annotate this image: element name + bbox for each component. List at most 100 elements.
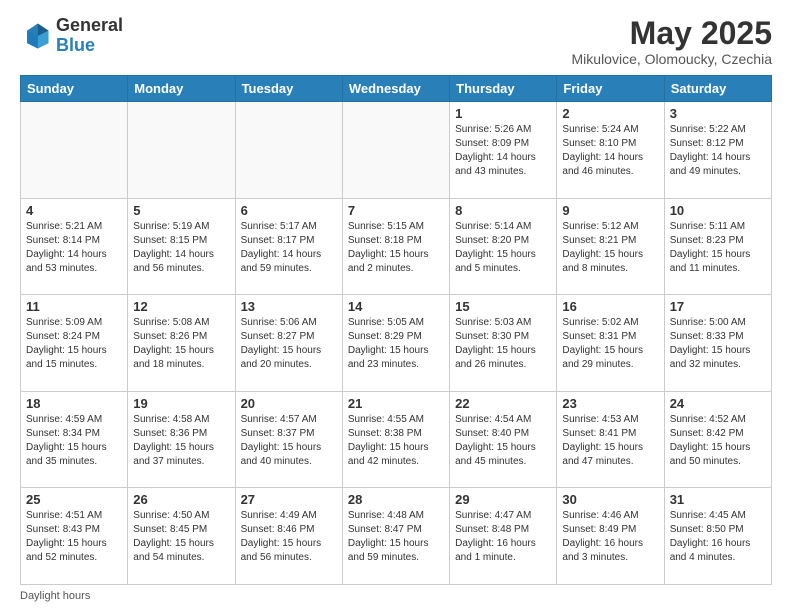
calendar-cell: 11 Sunrise: 5:09 AM Sunset: 8:24 PM Dayli… <box>21 295 128 392</box>
calendar-cell: 31Sunrise: 4:45 AM Sunset: 8:50 PM Dayli… <box>664 488 771 585</box>
day-number: 8 <box>455 203 551 218</box>
calendar-cell: 8 Sunrise: 5:14 AM Sunset: 8:20 PM Daylig… <box>450 198 557 295</box>
day-info: Sunrise: 4:57 AM Sunset: 8:37 PM Dayligh… <box>241 413 337 469</box>
calendar-cell: 2Sunrise: 5:24 AM Sunset: 8:10 PM Daylig… <box>557 102 664 199</box>
weekday-header-monday: Monday <box>128 76 235 102</box>
day-number: 16 <box>562 299 658 314</box>
calendar-cell: 16 Sunrise: 5:02 AM Sunset: 8:31 PM Dayli… <box>557 295 664 392</box>
calendar-cell: 21 Sunrise: 4:55 AM Sunset: 8:38 PM Dayli… <box>342 391 449 488</box>
day-number: 30 <box>562 492 658 507</box>
day-number: 3 <box>670 106 766 121</box>
day-number: 13 <box>241 299 337 314</box>
day-number: 5 <box>133 203 229 218</box>
calendar-cell: 18 Sunrise: 4:59 AM Sunset: 8:34 PM Dayli… <box>21 391 128 488</box>
day-number: 19 <box>133 396 229 411</box>
week-row-5: 25Sunrise: 4:51 AM Sunset: 8:43 PM Dayli… <box>21 488 772 585</box>
weekday-header-wednesday: Wednesday <box>342 76 449 102</box>
day-number: 2 <box>562 106 658 121</box>
day-number: 21 <box>348 396 444 411</box>
page: General Blue May 2025 Mikulovice, Olomou… <box>0 0 792 612</box>
day-info: Sunrise: 4:58 AM Sunset: 8:36 PM Dayligh… <box>133 413 229 469</box>
calendar-cell: 22 Sunrise: 4:54 AM Sunset: 8:40 PM Dayli… <box>450 391 557 488</box>
day-number: 7 <box>348 203 444 218</box>
weekday-header-sunday: Sunday <box>21 76 128 102</box>
day-number: 1 <box>455 106 551 121</box>
calendar-cell: 15Sunrise: 5:03 AM Sunset: 8:30 PM Dayli… <box>450 295 557 392</box>
day-info: Sunrise: 5:03 AM Sunset: 8:30 PM Dayligh… <box>455 316 551 372</box>
calendar-cell: 5Sunrise: 5:19 AM Sunset: 8:15 PM Daylig… <box>128 198 235 295</box>
calendar-cell: 6 Sunrise: 5:17 AM Sunset: 8:17 PM Daylig… <box>235 198 342 295</box>
day-number: 14 <box>348 299 444 314</box>
weekday-header-saturday: Saturday <box>664 76 771 102</box>
week-row-1: 1 Sunrise: 5:26 AM Sunset: 8:09 PM Daylig… <box>21 102 772 199</box>
calendar-cell <box>128 102 235 199</box>
day-info: Sunrise: 5:22 AM Sunset: 8:12 PM Dayligh… <box>670 123 766 179</box>
weekday-header-friday: Friday <box>557 76 664 102</box>
calendar-cell: 7Sunrise: 5:15 AM Sunset: 8:18 PM Daylig… <box>342 198 449 295</box>
day-info: Sunrise: 5:09 AM Sunset: 8:24 PM Dayligh… <box>26 316 122 372</box>
day-info: Sunrise: 4:47 AM Sunset: 8:48 PM Dayligh… <box>455 509 551 565</box>
calendar-cell: 13Sunrise: 5:06 AM Sunset: 8:27 PM Dayli… <box>235 295 342 392</box>
day-info: Sunrise: 5:26 AM Sunset: 8:09 PM Dayligh… <box>455 123 551 179</box>
day-number: 27 <box>241 492 337 507</box>
calendar-cell: 30 Sunrise: 4:46 AM Sunset: 8:49 PM Dayli… <box>557 488 664 585</box>
day-number: 25 <box>26 492 122 507</box>
calendar-cell <box>235 102 342 199</box>
day-info: Sunrise: 4:49 AM Sunset: 8:46 PM Dayligh… <box>241 509 337 565</box>
calendar-cell: 10 Sunrise: 5:11 AM Sunset: 8:23 PM Dayli… <box>664 198 771 295</box>
day-number: 31 <box>670 492 766 507</box>
week-row-4: 18 Sunrise: 4:59 AM Sunset: 8:34 PM Dayli… <box>21 391 772 488</box>
day-info: Sunrise: 4:48 AM Sunset: 8:47 PM Dayligh… <box>348 509 444 565</box>
day-info: Sunrise: 4:46 AM Sunset: 8:49 PM Dayligh… <box>562 509 658 565</box>
day-number: 26 <box>133 492 229 507</box>
day-info: Sunrise: 5:17 AM Sunset: 8:17 PM Dayligh… <box>241 220 337 276</box>
day-info: Sunrise: 5:14 AM Sunset: 8:20 PM Dayligh… <box>455 220 551 276</box>
logo: General Blue <box>20 16 123 56</box>
day-number: 17 <box>670 299 766 314</box>
day-number: 10 <box>670 203 766 218</box>
logo-general: General <box>56 16 123 36</box>
calendar-cell: 3 Sunrise: 5:22 AM Sunset: 8:12 PM Daylig… <box>664 102 771 199</box>
header: General Blue May 2025 Mikulovice, Olomou… <box>20 16 772 67</box>
day-info: Sunrise: 4:55 AM Sunset: 8:38 PM Dayligh… <box>348 413 444 469</box>
day-number: 12 <box>133 299 229 314</box>
calendar-cell: 14Sunrise: 5:05 AM Sunset: 8:29 PM Dayli… <box>342 295 449 392</box>
day-info: Sunrise: 4:54 AM Sunset: 8:40 PM Dayligh… <box>455 413 551 469</box>
day-number: 11 <box>26 299 122 314</box>
month-title: May 2025 <box>572 16 772 51</box>
calendar-cell: 25Sunrise: 4:51 AM Sunset: 8:43 PM Dayli… <box>21 488 128 585</box>
day-info: Sunrise: 5:08 AM Sunset: 8:26 PM Dayligh… <box>133 316 229 372</box>
calendar-cell: 23 Sunrise: 4:53 AM Sunset: 8:41 PM Dayli… <box>557 391 664 488</box>
day-number: 22 <box>455 396 551 411</box>
calendar-cell: 1 Sunrise: 5:26 AM Sunset: 8:09 PM Daylig… <box>450 102 557 199</box>
day-number: 6 <box>241 203 337 218</box>
logo-blue: Blue <box>56 36 123 56</box>
calendar-cell: 24Sunrise: 4:52 AM Sunset: 8:42 PM Dayli… <box>664 391 771 488</box>
calendar-cell: 29Sunrise: 4:47 AM Sunset: 8:48 PM Dayli… <box>450 488 557 585</box>
day-info: Sunrise: 4:59 AM Sunset: 8:34 PM Dayligh… <box>26 413 122 469</box>
calendar-cell <box>21 102 128 199</box>
calendar-cell: 19 Sunrise: 4:58 AM Sunset: 8:36 PM Dayli… <box>128 391 235 488</box>
day-number: 23 <box>562 396 658 411</box>
day-number: 9 <box>562 203 658 218</box>
week-row-3: 11 Sunrise: 5:09 AM Sunset: 8:24 PM Dayli… <box>21 295 772 392</box>
logo-icon <box>20 20 52 52</box>
calendar-cell: 12 Sunrise: 5:08 AM Sunset: 8:26 PM Dayli… <box>128 295 235 392</box>
calendar-cell: 4Sunrise: 5:21 AM Sunset: 8:14 PM Daylig… <box>21 198 128 295</box>
day-number: 20 <box>241 396 337 411</box>
day-info: Sunrise: 5:02 AM Sunset: 8:31 PM Dayligh… <box>562 316 658 372</box>
weekday-header-tuesday: Tuesday <box>235 76 342 102</box>
footer-note: Daylight hours <box>20 590 772 602</box>
day-number: 28 <box>348 492 444 507</box>
location-subtitle: Mikulovice, Olomoucky, Czechia <box>572 51 772 67</box>
calendar-cell: 20 Sunrise: 4:57 AM Sunset: 8:37 PM Dayli… <box>235 391 342 488</box>
day-info: Sunrise: 5:11 AM Sunset: 8:23 PM Dayligh… <box>670 220 766 276</box>
day-number: 18 <box>26 396 122 411</box>
day-number: 24 <box>670 396 766 411</box>
day-info: Sunrise: 4:53 AM Sunset: 8:41 PM Dayligh… <box>562 413 658 469</box>
title-block: May 2025 Mikulovice, Olomoucky, Czechia <box>572 16 772 67</box>
calendar-cell: 28 Sunrise: 4:48 AM Sunset: 8:47 PM Dayli… <box>342 488 449 585</box>
day-info: Sunrise: 5:21 AM Sunset: 8:14 PM Dayligh… <box>26 220 122 276</box>
day-info: Sunrise: 5:00 AM Sunset: 8:33 PM Dayligh… <box>670 316 766 372</box>
day-info: Sunrise: 5:12 AM Sunset: 8:21 PM Dayligh… <box>562 220 658 276</box>
